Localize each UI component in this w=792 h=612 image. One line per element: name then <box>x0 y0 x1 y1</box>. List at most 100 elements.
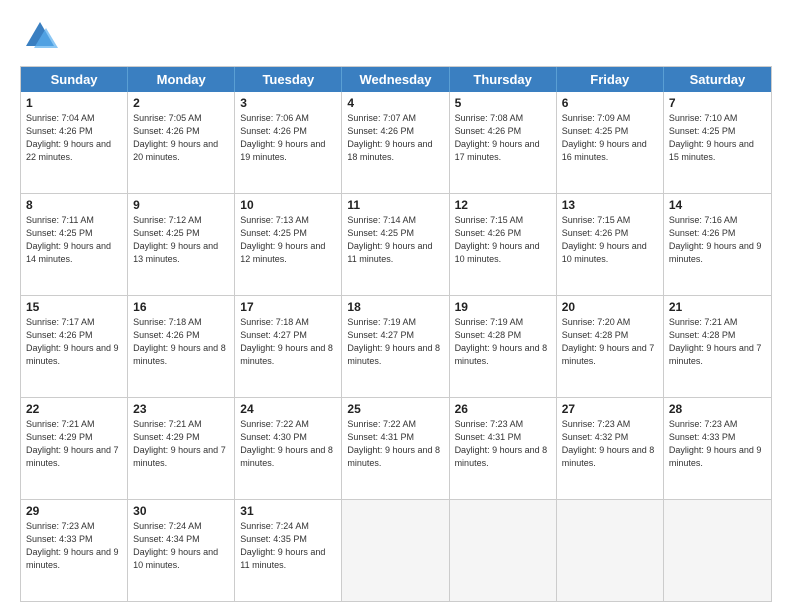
day-info: Sunrise: 7:23 AMSunset: 4:32 PMDaylight:… <box>562 418 658 470</box>
day-info: Sunrise: 7:22 AMSunset: 4:31 PMDaylight:… <box>347 418 443 470</box>
header-day-sunday: Sunday <box>21 67 128 92</box>
calendar-cell <box>557 500 664 601</box>
day-number: 29 <box>26 504 122 518</box>
header <box>20 18 772 56</box>
calendar-cell: 16 Sunrise: 7:18 AMSunset: 4:26 PMDayligh… <box>128 296 235 397</box>
day-info: Sunrise: 7:04 AMSunset: 4:26 PMDaylight:… <box>26 112 122 164</box>
logo <box>20 18 62 56</box>
day-number: 11 <box>347 198 443 212</box>
day-info: Sunrise: 7:12 AMSunset: 4:25 PMDaylight:… <box>133 214 229 266</box>
day-info: Sunrise: 7:24 AMSunset: 4:35 PMDaylight:… <box>240 520 336 572</box>
day-number: 10 <box>240 198 336 212</box>
day-number: 20 <box>562 300 658 314</box>
day-info: Sunrise: 7:21 AMSunset: 4:29 PMDaylight:… <box>133 418 229 470</box>
calendar-cell: 28 Sunrise: 7:23 AMSunset: 4:33 PMDayligh… <box>664 398 771 499</box>
calendar-cell: 6 Sunrise: 7:09 AMSunset: 4:25 PMDaylight… <box>557 92 664 193</box>
calendar-cell: 31 Sunrise: 7:24 AMSunset: 4:35 PMDayligh… <box>235 500 342 601</box>
day-number: 23 <box>133 402 229 416</box>
calendar-cell: 10 Sunrise: 7:13 AMSunset: 4:25 PMDayligh… <box>235 194 342 295</box>
calendar-body: 1Sunrise: 7:04 AMSunset: 4:26 PMDaylight… <box>21 92 771 601</box>
day-number: 28 <box>669 402 766 416</box>
header-day-wednesday: Wednesday <box>342 67 449 92</box>
day-info: Sunrise: 7:18 AMSunset: 4:26 PMDaylight:… <box>133 316 229 368</box>
calendar-cell: 19 Sunrise: 7:19 AMSunset: 4:28 PMDayligh… <box>450 296 557 397</box>
day-number: 3 <box>240 96 336 110</box>
header-day-tuesday: Tuesday <box>235 67 342 92</box>
day-info: Sunrise: 7:05 AMSunset: 4:26 PMDaylight:… <box>133 112 229 164</box>
day-number: 22 <box>26 402 122 416</box>
day-number: 6 <box>562 96 658 110</box>
day-info: Sunrise: 7:19 AMSunset: 4:27 PMDaylight:… <box>347 316 443 368</box>
calendar-cell: 25 Sunrise: 7:22 AMSunset: 4:31 PMDayligh… <box>342 398 449 499</box>
calendar-cell: 18Sunrise: 7:19 AMSunset: 4:27 PMDayligh… <box>342 296 449 397</box>
day-number: 9 <box>133 198 229 212</box>
calendar-cell <box>450 500 557 601</box>
day-info: Sunrise: 7:15 AMSunset: 4:26 PMDaylight:… <box>562 214 658 266</box>
header-day-thursday: Thursday <box>450 67 557 92</box>
calendar-cell: 12 Sunrise: 7:15 AMSunset: 4:26 PMDayligh… <box>450 194 557 295</box>
calendar-cell: 20 Sunrise: 7:20 AMSunset: 4:28 PMDayligh… <box>557 296 664 397</box>
day-number: 14 <box>669 198 766 212</box>
header-day-saturday: Saturday <box>664 67 771 92</box>
header-day-monday: Monday <box>128 67 235 92</box>
day-info: Sunrise: 7:18 AMSunset: 4:27 PMDaylight:… <box>240 316 336 368</box>
calendar-cell: 7 Sunrise: 7:10 AMSunset: 4:25 PMDaylight… <box>664 92 771 193</box>
calendar-cell: 11 Sunrise: 7:14 AMSunset: 4:25 PMDayligh… <box>342 194 449 295</box>
day-info: Sunrise: 7:21 AMSunset: 4:29 PMDaylight:… <box>26 418 122 470</box>
calendar-header: SundayMondayTuesdayWednesdayThursdayFrid… <box>21 67 771 92</box>
day-number: 30 <box>133 504 229 518</box>
calendar-cell: 9 Sunrise: 7:12 AMSunset: 4:25 PMDaylight… <box>128 194 235 295</box>
calendar-row: 8 Sunrise: 7:11 AMSunset: 4:25 PMDaylight… <box>21 194 771 296</box>
calendar-cell: 17 Sunrise: 7:18 AMSunset: 4:27 PMDayligh… <box>235 296 342 397</box>
day-info: Sunrise: 7:14 AMSunset: 4:25 PMDaylight:… <box>347 214 443 266</box>
calendar-cell: 22 Sunrise: 7:21 AMSunset: 4:29 PMDayligh… <box>21 398 128 499</box>
calendar-cell: 26Sunrise: 7:23 AMSunset: 4:31 PMDayligh… <box>450 398 557 499</box>
day-number: 7 <box>669 96 766 110</box>
calendar-cell: 8 Sunrise: 7:11 AMSunset: 4:25 PMDaylight… <box>21 194 128 295</box>
page: SundayMondayTuesdayWednesdayThursdayFrid… <box>0 0 792 612</box>
calendar-cell: 23 Sunrise: 7:21 AMSunset: 4:29 PMDayligh… <box>128 398 235 499</box>
day-number: 26 <box>455 402 551 416</box>
day-info: Sunrise: 7:23 AMSunset: 4:33 PMDaylight:… <box>669 418 766 470</box>
day-info: Sunrise: 7:16 AMSunset: 4:26 PMDaylight:… <box>669 214 766 266</box>
day-info: Sunrise: 7:11 AMSunset: 4:25 PMDaylight:… <box>26 214 122 266</box>
calendar-row: 1Sunrise: 7:04 AMSunset: 4:26 PMDaylight… <box>21 92 771 194</box>
day-info: Sunrise: 7:24 AMSunset: 4:34 PMDaylight:… <box>133 520 229 572</box>
day-info: Sunrise: 7:10 AMSunset: 4:25 PMDaylight:… <box>669 112 766 164</box>
day-number: 15 <box>26 300 122 314</box>
day-info: Sunrise: 7:15 AMSunset: 4:26 PMDaylight:… <box>455 214 551 266</box>
day-number: 5 <box>455 96 551 110</box>
calendar-cell: 5Sunrise: 7:08 AMSunset: 4:26 PMDaylight… <box>450 92 557 193</box>
day-info: Sunrise: 7:13 AMSunset: 4:25 PMDaylight:… <box>240 214 336 266</box>
day-number: 31 <box>240 504 336 518</box>
calendar-cell: 4 Sunrise: 7:07 AMSunset: 4:26 PMDaylight… <box>342 92 449 193</box>
calendar-cell: 1Sunrise: 7:04 AMSunset: 4:26 PMDaylight… <box>21 92 128 193</box>
day-number: 24 <box>240 402 336 416</box>
day-number: 27 <box>562 402 658 416</box>
day-number: 2 <box>133 96 229 110</box>
logo-icon <box>20 18 58 56</box>
day-number: 21 <box>669 300 766 314</box>
day-number: 12 <box>455 198 551 212</box>
day-number: 25 <box>347 402 443 416</box>
calendar-cell: 29Sunrise: 7:23 AMSunset: 4:33 PMDayligh… <box>21 500 128 601</box>
calendar-cell: 2 Sunrise: 7:05 AMSunset: 4:26 PMDaylight… <box>128 92 235 193</box>
calendar-row: 29Sunrise: 7:23 AMSunset: 4:33 PMDayligh… <box>21 500 771 601</box>
day-number: 16 <box>133 300 229 314</box>
day-info: Sunrise: 7:19 AMSunset: 4:28 PMDaylight:… <box>455 316 551 368</box>
calendar-cell: 27 Sunrise: 7:23 AMSunset: 4:32 PMDayligh… <box>557 398 664 499</box>
calendar-cell <box>342 500 449 601</box>
day-info: Sunrise: 7:07 AMSunset: 4:26 PMDaylight:… <box>347 112 443 164</box>
calendar-cell: 14 Sunrise: 7:16 AMSunset: 4:26 PMDayligh… <box>664 194 771 295</box>
day-info: Sunrise: 7:09 AMSunset: 4:25 PMDaylight:… <box>562 112 658 164</box>
day-number: 17 <box>240 300 336 314</box>
day-number: 8 <box>26 198 122 212</box>
calendar: SundayMondayTuesdayWednesdayThursdayFrid… <box>20 66 772 602</box>
day-info: Sunrise: 7:20 AMSunset: 4:28 PMDaylight:… <box>562 316 658 368</box>
day-number: 19 <box>455 300 551 314</box>
calendar-cell: 30 Sunrise: 7:24 AMSunset: 4:34 PMDayligh… <box>128 500 235 601</box>
header-day-friday: Friday <box>557 67 664 92</box>
day-number: 4 <box>347 96 443 110</box>
calendar-row: 22 Sunrise: 7:21 AMSunset: 4:29 PMDayligh… <box>21 398 771 500</box>
calendar-cell: 24Sunrise: 7:22 AMSunset: 4:30 PMDayligh… <box>235 398 342 499</box>
